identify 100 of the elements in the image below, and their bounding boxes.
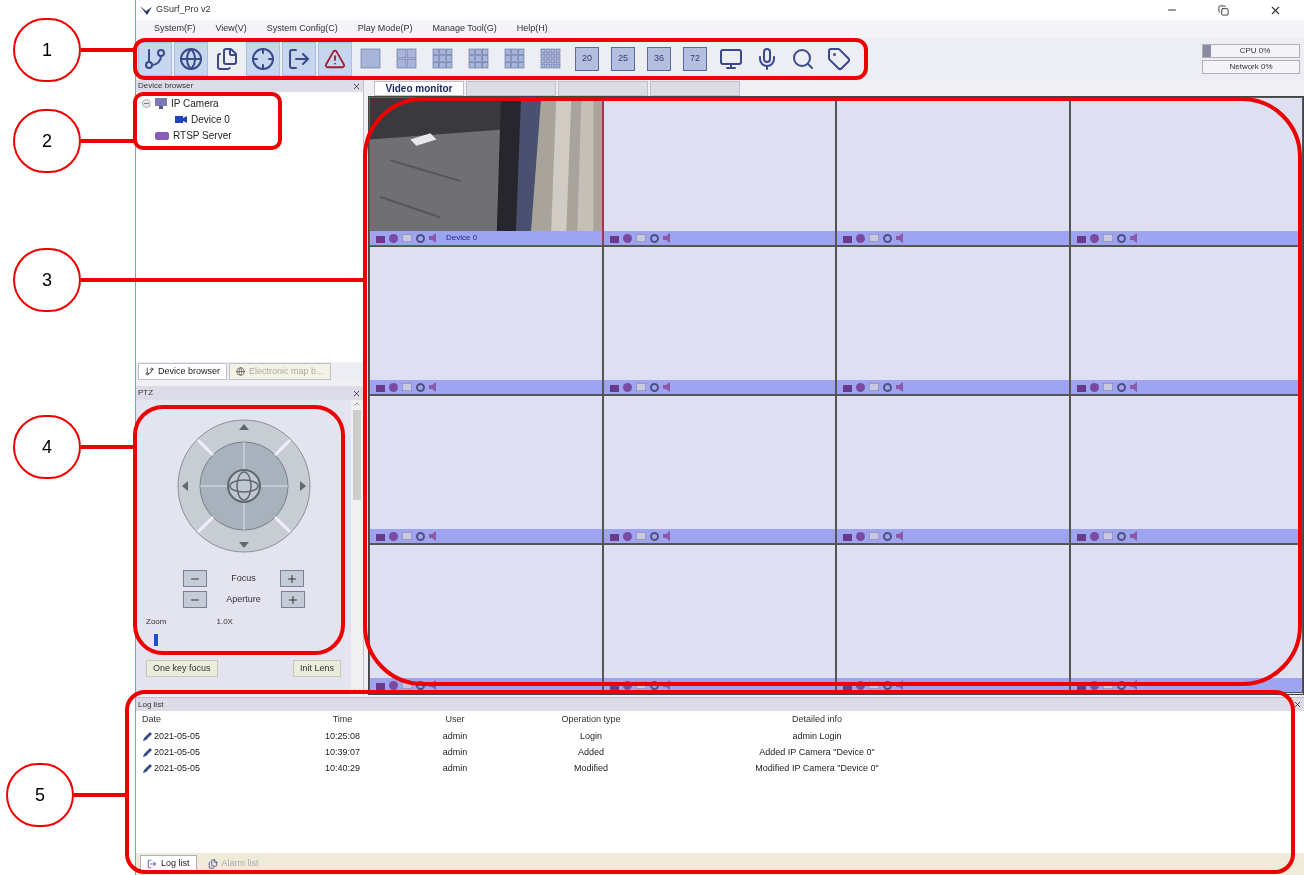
square-icon[interactable] [376, 680, 385, 690]
square-icon[interactable] [1076, 382, 1086, 392]
video-cell[interactable] [1069, 97, 1303, 246]
plus-button[interactable] [280, 570, 305, 587]
tree-item[interactable]: RTSP Server [173, 127, 232, 143]
column-header[interactable]: Time [276, 713, 409, 727]
video-cell[interactable] [369, 246, 603, 395]
circle-icon[interactable] [856, 382, 865, 392]
slider-thumb[interactable] [153, 634, 158, 646]
ring-icon[interactable] [649, 382, 659, 392]
circle-icon[interactable] [389, 382, 398, 392]
square-icon[interactable] [376, 531, 385, 541]
ring-icon[interactable] [649, 531, 659, 541]
square-icon[interactable] [843, 531, 852, 541]
square-icon[interactable] [609, 382, 619, 392]
square-icon[interactable] [1076, 531, 1086, 541]
ring-icon[interactable] [883, 233, 892, 243]
column-header[interactable]: Detailed info [681, 713, 953, 727]
video-cell[interactable] [602, 246, 836, 395]
screen-icon[interactable] [869, 234, 879, 242]
ring-icon[interactable] [649, 233, 659, 243]
column-header[interactable]: Operation type [501, 713, 681, 727]
circle-icon[interactable] [1089, 382, 1099, 392]
screen-icon[interactable] [869, 532, 879, 540]
speaker-icon[interactable] [429, 382, 438, 392]
screen-icon[interactable] [402, 681, 412, 689]
close-icon[interactable] [352, 81, 361, 91]
speaker-icon[interactable] [429, 233, 438, 243]
speaker-icon[interactable] [662, 233, 672, 243]
screen-icon[interactable] [1102, 383, 1113, 391]
direction-pad[interactable] [175, 418, 312, 554]
circle-icon[interactable] [856, 233, 865, 243]
minus-button[interactable] [182, 591, 207, 608]
circle-icon[interactable] [622, 531, 632, 541]
video-cell[interactable] [602, 395, 836, 544]
video-cell[interactable] [836, 544, 1070, 693]
video-cell[interactable] [369, 544, 603, 693]
speaker-icon[interactable] [429, 531, 438, 541]
plus-button[interactable] [280, 591, 305, 608]
ring-icon[interactable] [1116, 531, 1126, 541]
restore-icon[interactable] [1218, 4, 1229, 16]
screen-icon[interactable] [402, 234, 412, 242]
video-cell[interactable] [602, 544, 836, 693]
alert-icon[interactable] [324, 48, 346, 70]
collapse-toggle[interactable] [142, 98, 151, 108]
ring-icon[interactable] [416, 382, 425, 392]
screen-icon[interactable] [635, 532, 646, 540]
screen-icon[interactable] [869, 383, 879, 391]
ring-icon[interactable] [883, 680, 892, 690]
ring-icon[interactable] [416, 233, 425, 243]
menu-item[interactable]: Play Mode(P) [357, 22, 413, 36]
screen-icon[interactable] [635, 234, 646, 242]
ring-icon[interactable] [649, 680, 659, 690]
video-cell[interactable] [1069, 246, 1303, 395]
panel-tab[interactable]: Device browser [138, 363, 228, 380]
toolbar-button[interactable] [318, 42, 352, 76]
scroll-up-icon[interactable] [353, 400, 361, 408]
video-cell[interactable] [369, 395, 603, 544]
speaker-icon[interactable] [1129, 233, 1139, 243]
square-icon[interactable] [376, 382, 385, 392]
speaker-icon[interactable] [896, 531, 905, 541]
circle-icon[interactable] [1089, 233, 1099, 243]
circle-icon[interactable] [1089, 531, 1099, 541]
menu-item[interactable]: View(V) [215, 22, 247, 36]
ring-icon[interactable] [416, 531, 425, 541]
minus-button[interactable] [182, 570, 207, 587]
ptz-button[interactable]: Init Lens [292, 660, 341, 677]
speaker-icon[interactable] [1129, 382, 1139, 392]
screen-icon[interactable] [402, 383, 412, 391]
tree-item[interactable]: Device 0 [191, 111, 230, 127]
ptz-button[interactable]: One key focus [146, 660, 218, 677]
scrollbar[interactable] [351, 400, 363, 695]
ring-icon[interactable] [1116, 382, 1126, 392]
ring-icon[interactable] [883, 531, 892, 541]
square-icon[interactable] [1076, 233, 1086, 243]
scroll-thumb[interactable] [353, 410, 361, 500]
menu-item[interactable]: Manage Tool(G) [432, 22, 497, 36]
close-icon[interactable] [1293, 700, 1302, 709]
circle-icon[interactable] [622, 382, 632, 392]
square-icon[interactable] [609, 531, 619, 541]
screen-icon[interactable] [402, 532, 412, 540]
column-header[interactable]: User [409, 713, 501, 727]
video-cell[interactable] [1069, 395, 1303, 544]
screen-icon[interactable] [1102, 532, 1113, 540]
circle-icon[interactable] [389, 233, 398, 243]
ring-icon[interactable] [1116, 233, 1126, 243]
menu-item[interactable]: System(F) [154, 22, 196, 36]
square-icon[interactable] [843, 233, 852, 243]
speaker-icon[interactable] [896, 233, 905, 243]
ring-icon[interactable] [883, 382, 892, 392]
video-cell[interactable] [836, 395, 1070, 544]
circle-icon[interactable] [389, 531, 398, 541]
ring-icon[interactable] [1116, 680, 1126, 690]
video-cell[interactable] [836, 246, 1070, 395]
tree-item[interactable]: IP Camera [171, 95, 219, 111]
square-icon[interactable] [376, 233, 385, 243]
square-icon[interactable] [609, 233, 619, 243]
speaker-icon[interactable] [896, 382, 905, 392]
menu-item[interactable]: Help(H) [516, 22, 548, 36]
speaker-icon[interactable] [662, 531, 672, 541]
